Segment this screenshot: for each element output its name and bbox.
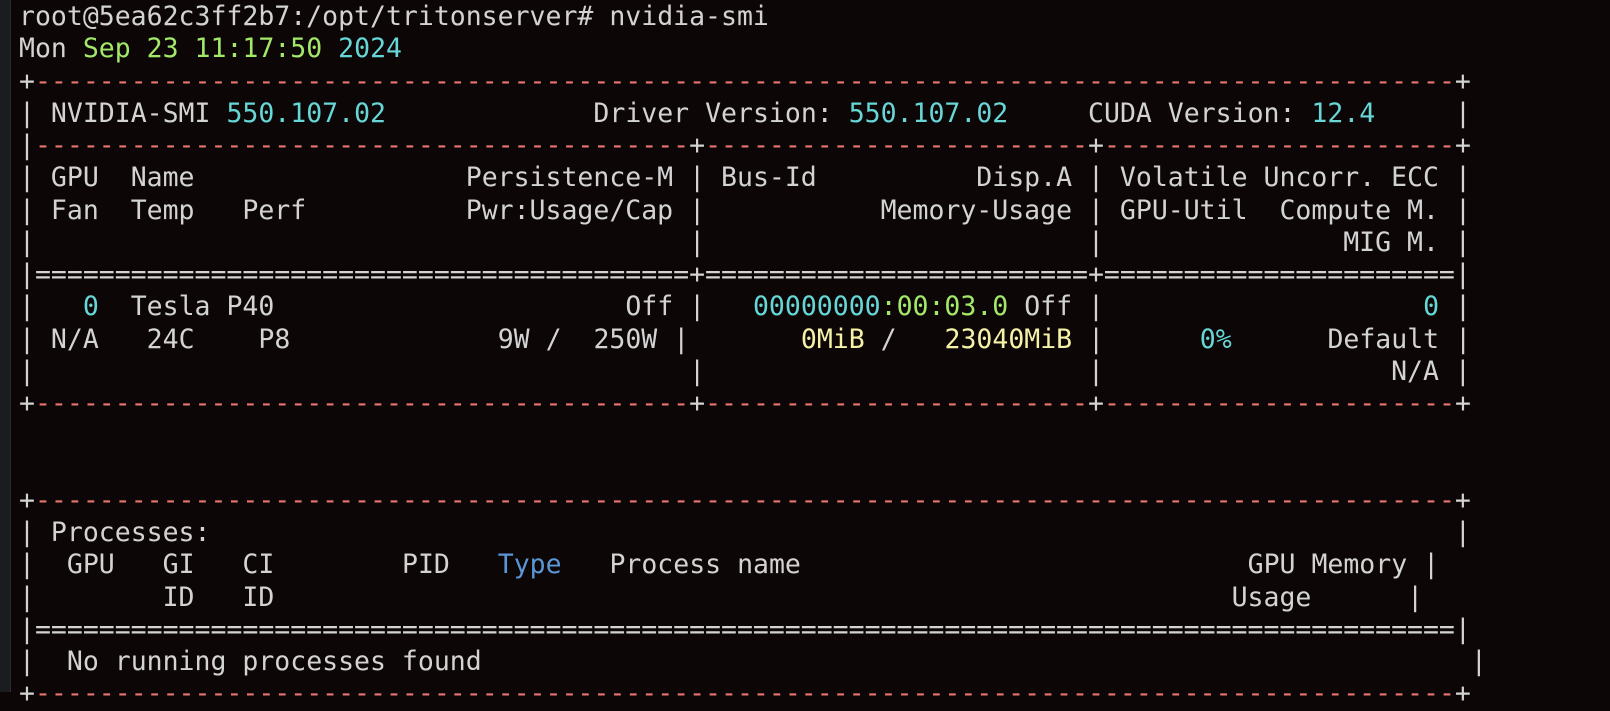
cuda-version: 12.4 <box>1311 97 1376 129</box>
bus-id-suffix: :00:03.0 <box>880 291 1009 323</box>
gpu-header-row-3: | | | MIG M. | <box>19 226 1471 258</box>
memory-used: 0MiB <box>800 323 865 355</box>
border-double-1: |=======================================… <box>19 259 1471 290</box>
col-ci-id: ID <box>242 581 275 613</box>
gpu-row-3: | | | N/A | <box>19 355 1471 387</box>
gpu-row-2: | N/A 24C P8 9W / 250W | 0MiB / 23040MiB… <box>19 323 1472 355</box>
border-top-2: +---------------------------------------… <box>19 484 1471 516</box>
gpu-header-row-2: | Fan Temp Perf Pwr:Usage/Cap | Memory-U… <box>19 194 1471 226</box>
smi-version: 550.107.02 <box>226 97 386 129</box>
driver-version: 550.107.02 <box>848 97 1009 129</box>
gpu-persistence: Off <box>625 291 674 323</box>
header-r2c1: Fan Temp Perf Pwr:Usage/Cap <box>50 194 674 226</box>
gpu-name: Tesla P40 <box>130 291 275 323</box>
memory-sep: / <box>880 323 897 355</box>
gpu-util: 0% <box>1199 323 1232 355</box>
header-r3c3: MIG M. <box>1343 226 1439 258</box>
command-text: nvidia-smi <box>609 1 769 32</box>
empty-process-row: | No running processes found | <box>19 646 1487 677</box>
blank-line-2 <box>19 453 1487 485</box>
memory-total: 23040MiB <box>944 323 1073 355</box>
blank-line-1 <box>19 420 1487 452</box>
header-r1c1: GPU Name Persistence-M <box>50 162 674 194</box>
timestamp-line: Mon Sep 23 11:17:50 2024 <box>19 33 1487 65</box>
compute-mode: Default <box>1327 323 1440 355</box>
header-r2c3: GPU-Util Compute M. <box>1119 194 1439 226</box>
driver-label: Driver Version: <box>593 97 833 129</box>
timestamp-day: Mon <box>19 33 67 65</box>
smi-label: NVIDIA-SMI <box>50 97 211 129</box>
processes-header-row-1: | GPU GI CI PID Type Process name GPU Me… <box>19 549 1440 581</box>
col-usage: Usage <box>1231 581 1312 613</box>
border-bottom-2: +---------------------------------------… <box>19 678 1471 710</box>
fan-value: N/A <box>50 323 99 355</box>
command-line: root@5ea62c3ff2b7:/opt/tritonserver# nvi… <box>19 1 1487 33</box>
perf-value: P8 <box>258 323 291 355</box>
col-ci: CI <box>242 549 275 581</box>
header-r1c2: Bus-Id Disp.A <box>721 162 1073 194</box>
terminal-output: root@5ea62c3ff2b7:/opt/tritonserver# nvi… <box>19 1 1487 711</box>
col-type: Type <box>497 549 562 581</box>
col-process-name: Process name <box>609 549 801 581</box>
gpu-header-row-1: | GPU Name Persistence-M | Bus-Id Disp.A… <box>19 162 1471 194</box>
border-top: +---------------------------------------… <box>19 65 1471 97</box>
header-r1c3: Volatile Uncorr. ECC <box>1119 162 1439 194</box>
mig-mode: N/A <box>1391 355 1439 387</box>
cuda-label: CUDA Version: <box>1088 97 1296 129</box>
processes-header-row-2: | ID ID Usage | <box>19 581 1424 613</box>
border-bottom-1: +---------------------------------------… <box>19 388 1471 419</box>
shell-prompt: root@5ea62c3ff2b7:/opt/tritonserver# <box>19 1 594 32</box>
gpu-row-1: | 0 Tesla P40 Off | 00000000:00:03.0 Off… <box>19 291 1471 323</box>
col-gi-id: ID <box>162 581 195 613</box>
col-pid: PID <box>401 549 450 581</box>
col-gi: GI <box>162 549 195 581</box>
timestamp-date: Sep 23 <box>82 33 179 65</box>
col-gpu: GPU <box>66 549 115 581</box>
version-row: | NVIDIA-SMI 550.107.02 Driver Version: … <box>19 97 1471 129</box>
timestamp-time: 11:17:50 <box>194 33 323 65</box>
processes-title: Processes: <box>50 517 211 548</box>
timestamp-year: 2024 <box>338 33 402 65</box>
header-r2c2: Memory-Usage <box>880 194 1073 226</box>
no-processes-message: No running processes found <box>66 646 482 677</box>
border-double-2: |=======================================… <box>19 613 1471 645</box>
disp-value: Off <box>1024 291 1073 323</box>
processes-title-row: | Processes: | <box>19 517 1471 548</box>
col-gpu-memory: GPU Memory <box>1247 549 1408 581</box>
temp-value: 24C <box>146 323 195 355</box>
power-value: 9W / 250W <box>497 323 658 355</box>
bus-id-prefix: 00000000 <box>752 291 881 323</box>
ecc-value: 0 <box>1423 291 1440 323</box>
border-sep-1: |---------------------------------------… <box>19 130 1471 161</box>
scrollbar-track[interactable] <box>0 0 11 692</box>
gpu-index: 0 <box>82 291 99 323</box>
